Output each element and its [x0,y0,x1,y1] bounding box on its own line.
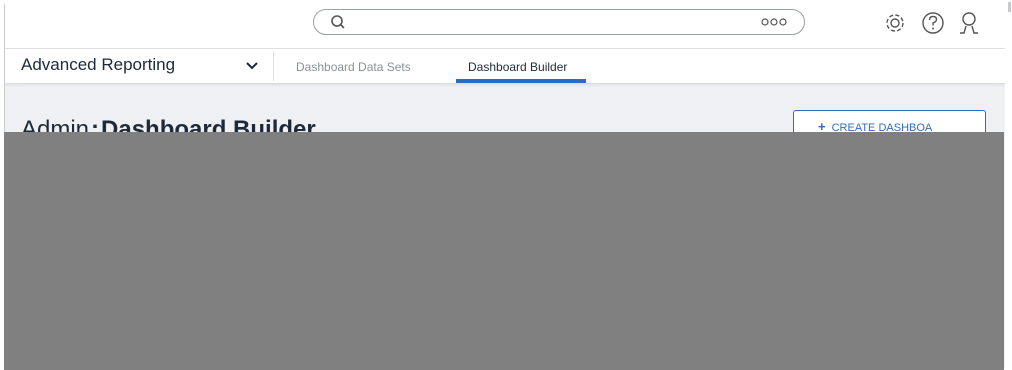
scrollbar-track[interactable] [1006,0,1012,370]
search-box[interactable] [313,9,805,35]
app-title[interactable]: Advanced Reporting [21,55,175,75]
active-tab-indicator [456,79,586,83]
more-icon[interactable] [758,14,790,30]
chevron-down-icon[interactable] [245,60,259,72]
help-icon[interactable] [920,10,946,36]
search-input[interactable] [356,13,740,33]
tab-dashboard-builder[interactable]: Dashboard Builder [468,60,567,74]
top-bar [5,4,1005,49]
gear-icon[interactable] [882,10,908,36]
tab-dashboard-data-sets[interactable]: Dashboard Data Sets [296,60,411,74]
search-icon[interactable] [328,12,348,32]
scrollbar-thumb[interactable] [1008,2,1011,12]
gray-overlay [4,132,1004,370]
nav-bar: Advanced Reporting Dashboard Data Sets D… [5,49,1005,84]
nav-divider [273,51,274,81]
user-icon[interactable] [956,10,982,36]
